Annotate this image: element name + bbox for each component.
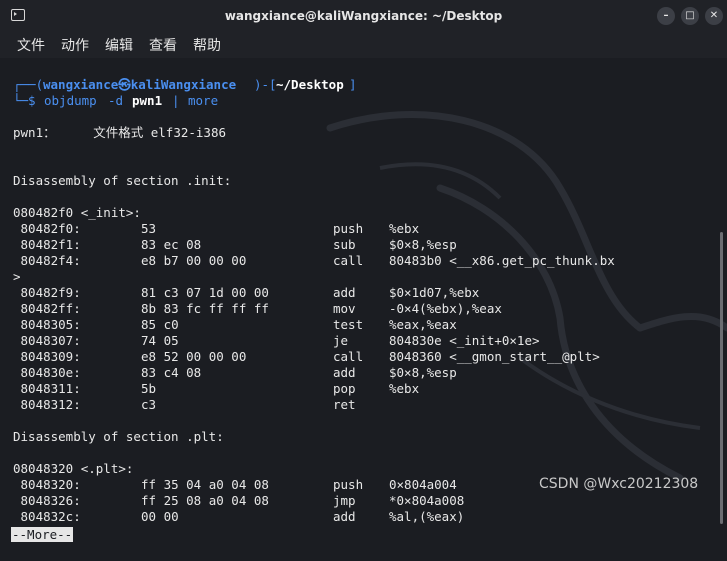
disasm-op: call: [333, 349, 364, 364]
disasm-addr: >: [13, 269, 21, 284]
command-objdump: objdump: [44, 93, 97, 108]
prompt-line-1: ┌──( wangxiance㉿kaliWangxiance )-[ ~/Des…: [13, 77, 357, 93]
disasm-bytes: 53: [141, 221, 157, 236]
disasm-args: $0×8,%esp: [389, 365, 457, 380]
disasm-addr: 80482f1:: [13, 237, 81, 252]
scrollbar[interactable]: [720, 232, 723, 524]
disasm-bytes: 00 00: [141, 509, 179, 524]
disasm-addr: 8048309:: [13, 349, 81, 364]
disasm-addr: 8048320:: [13, 477, 81, 492]
disasm-addr: 8048305:: [13, 317, 81, 332]
disasm-bytes: e8 b7 00 00 00: [141, 253, 247, 268]
disasm-args: $0×8,%esp: [389, 237, 457, 252]
close-button[interactable]: ✕: [705, 7, 723, 25]
disasm-op: ret: [333, 397, 356, 412]
disasm-addr: 80482f9:: [13, 285, 81, 300]
menu-help[interactable]: 帮助: [193, 35, 221, 55]
plt-label: 08048320 <.plt>:: [13, 461, 134, 476]
prompt-path: ~/Desktop: [276, 77, 344, 92]
command-pipe: |: [172, 93, 180, 108]
disasm-op: push: [333, 477, 364, 492]
prompt-bracket-close: ]: [349, 77, 357, 92]
prompt-bracket-open: ┌──(: [13, 77, 44, 92]
disasm-addr: 8048307:: [13, 333, 81, 348]
disasm-bytes: 8b 83 fc ff ff ff: [141, 301, 269, 316]
disasm-addr: 80482f4:: [13, 253, 81, 268]
prompt-bracket-mid: )-[: [254, 77, 277, 92]
disasm-addr: 80482f0:: [13, 221, 81, 236]
disasm-op: add: [333, 285, 356, 300]
disasm-bytes: 74 05: [141, 333, 179, 348]
disasm-args: -0×4(%ebx),%eax: [389, 301, 502, 316]
disasm-addr: 804832c:: [13, 509, 81, 524]
command-more: more: [188, 93, 219, 108]
disasm-bytes: 81 c3 07 1d 00 00: [141, 285, 269, 300]
disasm-args: *0×804a008: [389, 493, 465, 508]
section-plt-header: Disassembly of section .plt:: [13, 429, 224, 444]
maximize-button[interactable]: □: [681, 7, 699, 25]
menu-actions[interactable]: 动作: [61, 35, 89, 55]
disasm-op: pop: [333, 381, 356, 396]
init-label: 080482f0 <_init>:: [13, 205, 141, 220]
disasm-args: %eax,%eax: [389, 317, 457, 332]
disasm-op: add: [333, 509, 356, 524]
disasm-op: je: [333, 333, 349, 348]
disasm-op: mov: [333, 301, 356, 316]
pager-more-prompt: --More--: [11, 527, 74, 542]
disasm-args: 804830e <_init+0×1e>: [389, 333, 540, 348]
disasm-addr: 8048311:: [13, 381, 81, 396]
disasm-args: 8048360 <__gmon_start__@plt>: [389, 349, 600, 364]
window-title: wangxiance@kaliWangxiance: ~/Desktop: [224, 9, 503, 23]
disasm-bytes: 83 ec 08: [141, 237, 202, 252]
csdn-watermark: CSDN @Wxc20212308: [539, 476, 699, 492]
disasm-op: push: [333, 221, 364, 236]
command-arg: pwn1: [132, 93, 163, 108]
disasm-bytes: c3: [141, 397, 157, 412]
menu-file[interactable]: 文件: [17, 35, 45, 55]
title-bar: wangxiance@kaliWangxiance: ~/Desktop – □…: [0, 0, 727, 32]
minimize-button[interactable]: –: [657, 7, 675, 25]
section-init-header: Disassembly of section .init:: [13, 173, 232, 188]
disasm-bytes: 85 c0: [141, 317, 179, 332]
command-flag: -d: [108, 93, 124, 108]
menu-bar: 文件 动作 编辑 查看 帮助: [0, 32, 727, 58]
disasm-addr: 8048326:: [13, 493, 81, 508]
disasm-bytes: ff 25 08 a0 04 08: [141, 493, 269, 508]
disasm-addr: 804830e:: [13, 365, 81, 380]
disasm-args: 80483b0 <__x86.get_pc_thunk.bx: [389, 253, 615, 268]
disasm-args: $0×1d07,%ebx: [389, 285, 480, 300]
prompt-dollar: └─$: [13, 93, 36, 108]
disasm-addr: 80482ff:: [13, 301, 81, 316]
disasm-addr: 8048312:: [13, 397, 81, 412]
file-format-line: pwn1： 文件格式 elf32-i386: [13, 125, 227, 140]
disasm-args: %ebx: [389, 221, 420, 236]
disasm-args: 0×804a004: [389, 477, 457, 492]
disasm-op: sub: [333, 237, 356, 252]
disasm-op: test: [333, 317, 364, 332]
disasm-args: %ebx: [389, 381, 420, 396]
menu-edit[interactable]: 编辑: [105, 35, 133, 55]
disasm-bytes: 83 c4 08: [141, 365, 202, 380]
disasm-bytes: 5b: [141, 381, 157, 396]
disasm-bytes: ff 35 04 a0 04 08: [141, 477, 269, 492]
disasm-op: jmp: [333, 493, 356, 508]
menu-view[interactable]: 查看: [149, 35, 177, 55]
prompt-user-host: wangxiance㉿kaliWangxiance: [43, 77, 237, 92]
disasm-bytes: e8 52 00 00 00: [141, 349, 247, 364]
disasm-op: call: [333, 253, 364, 268]
prompt-line-2: └─$ objdump -d pwn1 | more: [13, 93, 218, 109]
disasm-op: add: [333, 365, 356, 380]
disasm-args: %al,(%eax): [389, 509, 465, 524]
